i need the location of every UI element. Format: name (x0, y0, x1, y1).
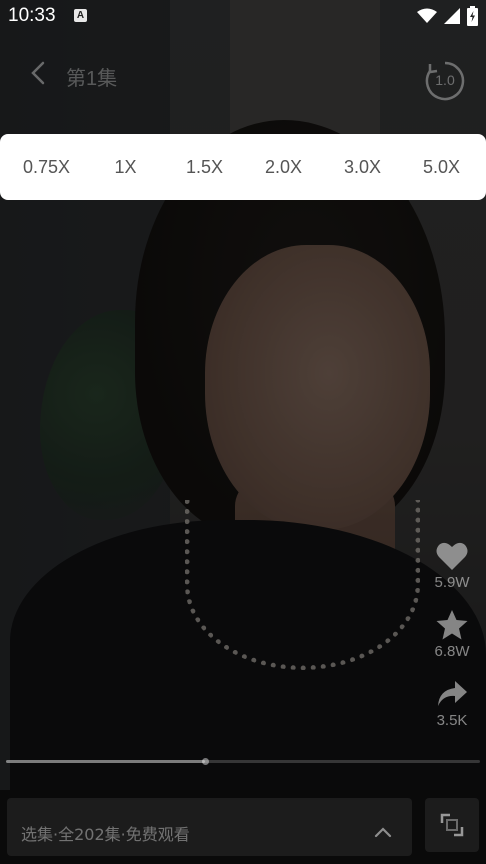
speed-option-0-75x[interactable]: 0.75X (7, 157, 86, 178)
fullscreen-icon (440, 813, 464, 837)
signal-icon (444, 8, 460, 24)
status-bar: 10:33 A (0, 0, 486, 32)
chevron-left-icon[interactable] (26, 60, 52, 86)
video-player[interactable] (0, 0, 486, 790)
speed-option-1x[interactable]: 1X (86, 157, 165, 178)
like-count: 5.9W (434, 574, 470, 591)
star-icon (436, 610, 468, 640)
speed-value: 1.0 (435, 72, 455, 88)
fullscreen-button[interactable] (425, 798, 479, 852)
episode-selector[interactable]: 选集·全202集·免费观看 (7, 798, 412, 856)
battery-icon (467, 6, 478, 26)
status-time: 10:33 (8, 5, 56, 26)
dim-overlay[interactable] (0, 0, 486, 790)
episode-selector-label: 选集·全202集·免费观看 (21, 825, 190, 844)
app-notification-icon: A (74, 9, 87, 22)
wifi-icon (417, 8, 437, 23)
favorite-count: 6.8W (434, 643, 470, 660)
chevron-up-icon (374, 827, 392, 838)
speed-button[interactable]: 1.0 (424, 60, 466, 102)
speed-option-3x[interactable]: 3.0X (323, 157, 402, 178)
like-button[interactable]: 5.9W (430, 540, 474, 591)
share-button[interactable]: 3.5K (430, 678, 474, 729)
status-icons (417, 6, 478, 26)
favorite-button[interactable]: 6.8W (430, 609, 474, 660)
speed-panel: 0.75X 1X 1.5X 2.0X 3.0X 5.0X (0, 134, 486, 200)
share-arrow-icon (438, 681, 467, 706)
speed-option-2x[interactable]: 2.0X (244, 157, 323, 178)
speed-option-5x[interactable]: 5.0X (402, 157, 481, 178)
heart-icon (436, 542, 468, 570)
share-count: 3.5K (436, 712, 468, 729)
episode-title: 第1集 (66, 68, 118, 90)
progress-fill (6, 760, 206, 763)
bottom-bar: 选集·全202集·免费观看 (0, 790, 486, 864)
speed-option-1-5x[interactable]: 1.5X (165, 157, 244, 178)
progress-bar[interactable] (6, 758, 480, 765)
